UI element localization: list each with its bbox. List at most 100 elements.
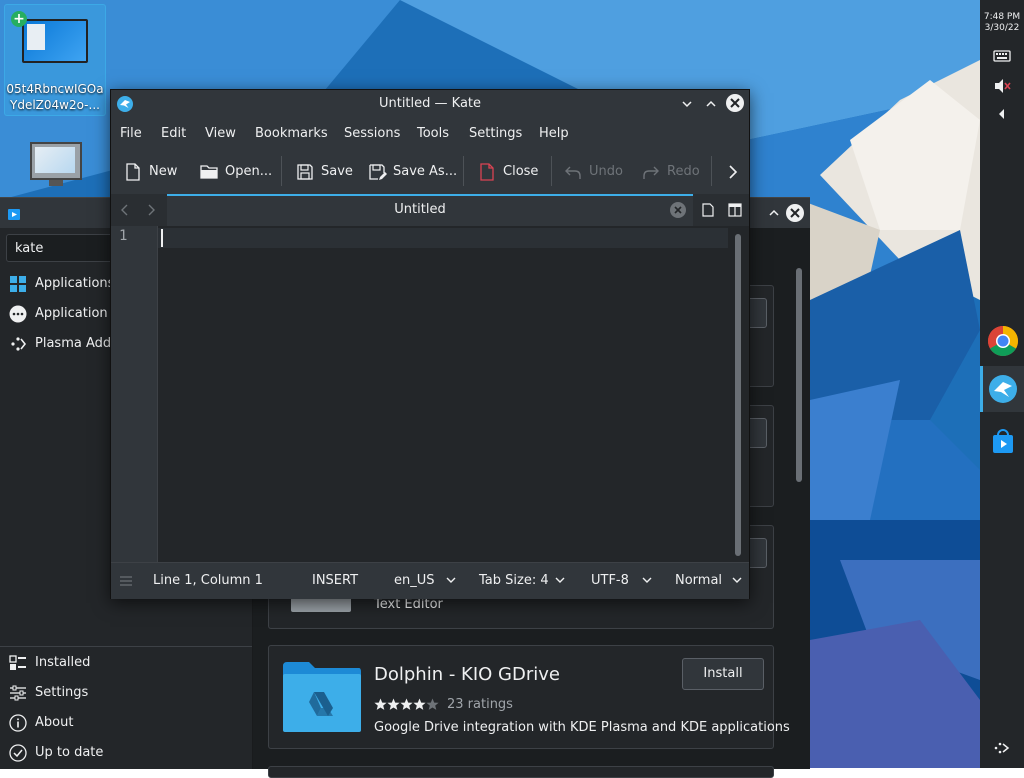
undo-label: Undo bbox=[589, 164, 623, 179]
redo-button[interactable]: Redo bbox=[641, 160, 705, 184]
save-as-label: Save As... bbox=[393, 164, 458, 179]
desktop-file-icon[interactable]: + 05t4RbncwIGOaYdelZ04w2o-... bbox=[4, 4, 106, 116]
window-title: Untitled — Kate bbox=[378, 96, 482, 111]
chrome-icon bbox=[987, 326, 1019, 357]
line-number: 1 bbox=[119, 228, 128, 244]
tab-forward-icon[interactable] bbox=[145, 204, 157, 216]
tab-close-button[interactable] bbox=[670, 202, 686, 218]
taskbar-kate[interactable] bbox=[980, 366, 1024, 412]
result-card-dolphin-kio-gdrive[interactable]: Dolphin - KIO GDrive 23 ratings Google D… bbox=[268, 645, 790, 749]
taskbar-chrome[interactable] bbox=[980, 318, 1024, 364]
redo-icon bbox=[643, 166, 659, 179]
sidebar-item-about[interactable]: About bbox=[0, 708, 252, 738]
new-button[interactable]: New bbox=[123, 160, 183, 184]
new-tab-icon[interactable] bbox=[701, 203, 715, 217]
highlight-mode-select[interactable]: Normal bbox=[675, 573, 722, 588]
menu-help[interactable]: Help bbox=[539, 126, 569, 141]
chevron-down-icon[interactable] bbox=[444, 573, 458, 587]
new-document-icon bbox=[126, 163, 140, 181]
volume-muted-icon[interactable] bbox=[992, 76, 1012, 96]
maximize-icon[interactable] bbox=[705, 98, 717, 110]
open-folder-icon bbox=[200, 165, 218, 179]
sidebar-item-label: About bbox=[35, 715, 74, 730]
split-view-icon[interactable] bbox=[728, 203, 742, 217]
chevron-down-icon[interactable] bbox=[730, 573, 744, 587]
close-window-button[interactable] bbox=[726, 94, 744, 112]
clock-date[interactable]: 3/30/22 bbox=[980, 23, 1024, 33]
expand-tray-icon[interactable] bbox=[992, 104, 1012, 124]
close-icon bbox=[790, 208, 800, 218]
undo-button[interactable]: Undo bbox=[563, 160, 627, 184]
clock-time[interactable]: 7:48 PM bbox=[980, 12, 1024, 22]
undo-icon bbox=[565, 166, 581, 179]
sidebar-item-label: Installed bbox=[35, 655, 91, 670]
add-badge-icon: + bbox=[11, 11, 27, 27]
menu-view[interactable]: View bbox=[205, 126, 236, 141]
close-label: Close bbox=[503, 164, 539, 179]
minimize-icon[interactable] bbox=[681, 98, 693, 110]
panel-settings-icon[interactable] bbox=[992, 738, 1012, 758]
kate-icon bbox=[989, 375, 1017, 403]
open-label: Open... bbox=[225, 164, 273, 179]
current-line-highlight bbox=[158, 228, 728, 248]
tab-untitled[interactable]: Untitled bbox=[167, 194, 693, 226]
info-icon bbox=[9, 714, 27, 732]
applications-icon bbox=[10, 276, 26, 292]
menu-sessions[interactable]: Sessions bbox=[344, 126, 400, 141]
taskbar-discover[interactable] bbox=[980, 418, 1024, 464]
save-button[interactable]: Save bbox=[295, 160, 355, 184]
close-document-button[interactable]: Close bbox=[477, 160, 541, 184]
text-editor[interactable]: 1 bbox=[111, 226, 749, 562]
chevron-down-icon[interactable] bbox=[553, 573, 567, 587]
discover-close-button[interactable] bbox=[786, 204, 804, 222]
discover-scrollbar[interactable] bbox=[796, 268, 802, 482]
input-mode[interactable]: INSERT bbox=[312, 573, 358, 588]
card-subtitle: Text Editor bbox=[374, 597, 443, 612]
tab-size-select[interactable]: Tab Size: 4 bbox=[479, 573, 549, 588]
toolbar-separator bbox=[711, 156, 712, 186]
kate-titlebar[interactable]: Untitled — Kate bbox=[111, 90, 749, 118]
maximize-icon[interactable] bbox=[768, 207, 780, 219]
menu-file[interactable]: File bbox=[120, 126, 142, 141]
toolbar-overflow-icon[interactable] bbox=[725, 164, 741, 180]
save-as-icon bbox=[369, 164, 387, 180]
discover-app-icon bbox=[8, 209, 20, 220]
close-icon bbox=[730, 98, 740, 108]
settings-icon bbox=[10, 685, 26, 701]
menu-settings[interactable]: Settings bbox=[469, 126, 522, 141]
folder-gdrive-icon bbox=[283, 662, 361, 732]
toolbar-separator bbox=[463, 156, 464, 186]
tab-back-icon[interactable] bbox=[119, 204, 131, 216]
sidebar-divider bbox=[0, 646, 252, 647]
app-name[interactable]: Dolphin - KIO GDrive bbox=[374, 664, 560, 685]
rating-count: 23 ratings bbox=[447, 697, 513, 712]
sidebar-item-installed[interactable]: Installed bbox=[0, 648, 252, 678]
keyboard-icon[interactable] bbox=[992, 46, 1012, 66]
addons-icon bbox=[9, 305, 27, 323]
chevron-down-icon[interactable] bbox=[640, 573, 654, 587]
save-as-button[interactable]: Save As... bbox=[367, 160, 458, 184]
star-rating bbox=[374, 698, 444, 712]
sidebar-item-updates[interactable]: Up to date bbox=[0, 738, 252, 768]
editor-scrollbar[interactable] bbox=[735, 234, 741, 556]
kate-app-icon[interactable] bbox=[116, 95, 134, 113]
new-label: New bbox=[149, 164, 178, 179]
update-icon bbox=[9, 744, 27, 762]
menu-bookmarks[interactable]: Bookmarks bbox=[255, 126, 328, 141]
discover-icon bbox=[993, 429, 1013, 453]
sidebar-item-label: Settings bbox=[35, 685, 89, 700]
menu-tools[interactable]: Tools bbox=[417, 126, 449, 141]
sidebar-item-settings[interactable]: Settings bbox=[0, 678, 252, 708]
save-icon bbox=[297, 164, 313, 180]
sidebar-item-label: Applications bbox=[35, 276, 115, 291]
plasma-icon bbox=[11, 337, 27, 351]
open-button[interactable]: Open... bbox=[199, 160, 273, 184]
toolbar-separator bbox=[281, 156, 282, 186]
encoding-select[interactable]: UTF-8 bbox=[591, 573, 629, 588]
cursor-position[interactable]: Line 1, Column 1 bbox=[153, 573, 263, 588]
menu-edit[interactable]: Edit bbox=[161, 126, 186, 141]
dictionary-select[interactable]: en_US bbox=[394, 573, 435, 588]
sidebar-toggle-icon[interactable] bbox=[119, 575, 133, 587]
desktop-computer-icon[interactable] bbox=[28, 142, 84, 192]
install-button[interactable]: Install bbox=[682, 658, 764, 690]
